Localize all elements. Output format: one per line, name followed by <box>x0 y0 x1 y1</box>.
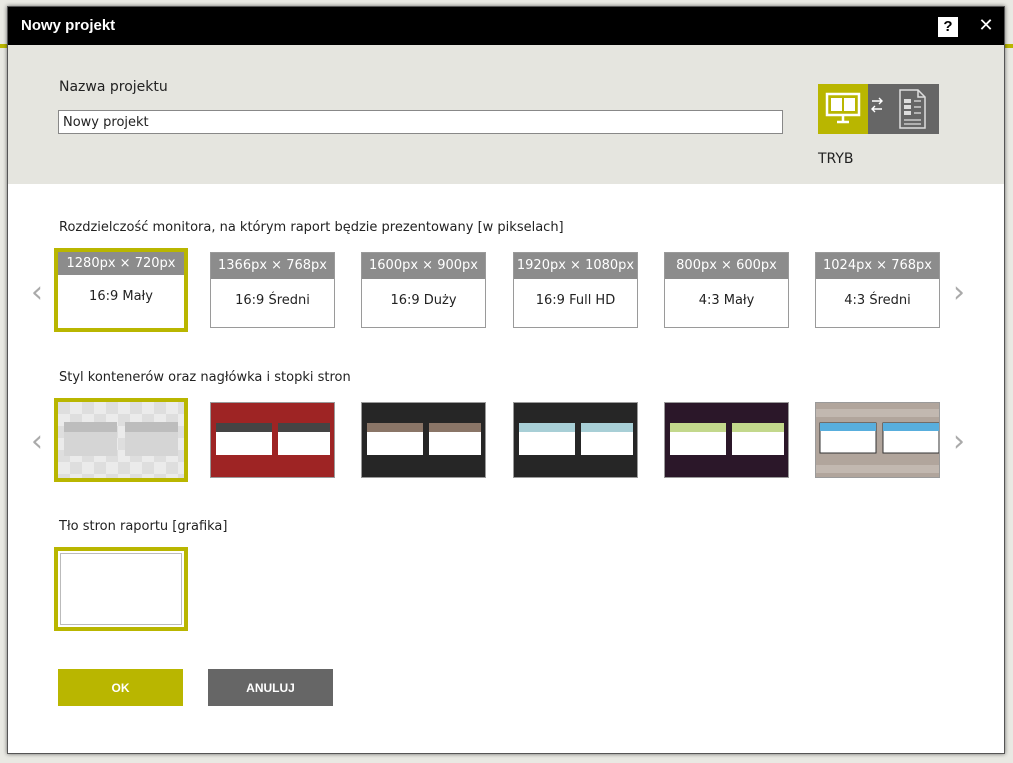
checker-cell <box>58 474 70 478</box>
container-style-option[interactable] <box>815 402 940 478</box>
resolution-size: 800px × 600px <box>665 253 788 279</box>
presentation-mode-icon[interactable] <box>818 84 868 134</box>
project-name-input[interactable] <box>58 110 783 134</box>
close-icon[interactable]: ✕ <box>976 14 996 38</box>
style-preview <box>816 403 939 477</box>
container-style-option[interactable] <box>210 402 335 478</box>
container-box <box>125 432 178 456</box>
container-style-option[interactable] <box>361 402 486 478</box>
resolution-option[interactable]: 1366px × 768px 16:9 Średni <box>210 252 335 328</box>
resolution-option[interactable]: 1920px × 1080px 16:9 Full HD <box>513 252 638 328</box>
container-header <box>670 423 726 432</box>
checker-cell <box>82 474 94 478</box>
style-preview <box>362 403 485 477</box>
resolution-option[interactable]: 1600px × 900px 16:9 Duży <box>361 252 486 328</box>
new-project-dialog: Nowy projekt ? ✕ Nazwa projektu Nowy pro… <box>7 6 1005 754</box>
dialog-title: Nowy projekt <box>21 17 116 34</box>
container-header <box>216 423 272 432</box>
ok-button[interactable]: OK <box>58 669 183 706</box>
help-icon[interactable]: ? <box>938 17 958 37</box>
container-header <box>519 423 575 432</box>
checker-cell <box>142 462 154 474</box>
resolution-section-label: Rozdzielczość monitora, na którym raport… <box>59 220 564 235</box>
resolution-label: 4:3 Średni <box>844 293 911 308</box>
project-name-label: Nazwa projektu <box>59 79 168 95</box>
resolution-label: 16:9 Duży <box>390 293 457 308</box>
backdrop-accent <box>1005 44 1013 48</box>
page-footer <box>816 465 939 473</box>
resolution-label: 16:9 Średni <box>235 293 310 308</box>
mode-label: TRYB <box>818 151 854 167</box>
container-header <box>429 423 481 432</box>
resolution-option[interactable]: 800px × 600px 4:3 Mały <box>664 252 789 328</box>
checker-cell <box>58 402 70 414</box>
checker-cell <box>178 402 184 414</box>
resolution-option[interactable]: 1024px × 768px 4:3 Średni <box>815 252 940 328</box>
checker-cell <box>178 450 184 462</box>
chevron-left-icon[interactable]: ‹ <box>27 278 47 308</box>
container-style-option[interactable] <box>513 402 638 478</box>
container-header <box>581 423 633 432</box>
resolution-size: 1024px × 768px <box>816 253 939 279</box>
container-header <box>820 423 876 431</box>
container-header <box>732 423 784 432</box>
container-style-section-label: Styl kontenerów oraz nagłówka i stopki s… <box>59 370 351 385</box>
container-style-option[interactable] <box>664 402 789 478</box>
page-header <box>816 409 939 417</box>
chevron-right-icon[interactable]: › <box>949 427 969 457</box>
resolution-label: 4:3 Mały <box>698 293 755 308</box>
style-preview <box>665 403 788 477</box>
resolution-size: 1600px × 900px <box>362 253 485 279</box>
mode-toggle[interactable] <box>818 84 939 134</box>
container-header <box>278 423 330 432</box>
container-header <box>367 423 423 432</box>
checker-cell <box>154 402 166 414</box>
container-header <box>883 423 939 431</box>
cancel-button[interactable]: ANULUJ <box>208 669 333 706</box>
container-header <box>64 422 117 432</box>
dialog-titlebar: Nowy projekt ? ✕ <box>8 7 1004 45</box>
document-mode-icon[interactable] <box>868 84 939 134</box>
resolution-size: 1920px × 1080px <box>514 253 637 279</box>
background-preview <box>60 553 182 625</box>
checker-cell <box>82 402 94 414</box>
checker-cell <box>130 474 142 478</box>
style-preview <box>58 402 184 478</box>
checker-cell <box>94 462 106 474</box>
checker-cell <box>166 462 178 474</box>
project-settings-panel: Nazwa projektu Nowy projekt TRYB <box>8 45 1004 184</box>
background-image-option[interactable] <box>54 547 188 631</box>
checker-cell <box>70 462 82 474</box>
style-preview <box>514 403 637 477</box>
chevron-left-icon[interactable]: ‹ <box>27 427 47 457</box>
chevron-right-icon[interactable]: › <box>949 278 969 308</box>
checker-cell <box>130 402 142 414</box>
style-preview <box>211 403 334 477</box>
checker-cell <box>178 426 184 438</box>
checker-cell <box>106 402 118 414</box>
checker-cell <box>118 462 130 474</box>
checker-cell <box>106 474 118 478</box>
resolution-option[interactable]: 1280px × 720px 16:9 Mały <box>54 248 188 332</box>
container-style-option[interactable] <box>54 398 188 482</box>
container-header <box>125 422 178 432</box>
resolution-size: 1366px × 768px <box>211 253 334 279</box>
background-section-label: Tło stron raportu [grafika] <box>59 519 228 534</box>
checker-cell <box>178 474 184 478</box>
resolution-label: 16:9 Full HD <box>535 293 616 308</box>
resolution-label: 16:9 Mały <box>89 289 153 304</box>
resolution-size: 1280px × 720px <box>58 252 184 275</box>
container-box <box>64 432 117 456</box>
checker-cell <box>154 474 166 478</box>
